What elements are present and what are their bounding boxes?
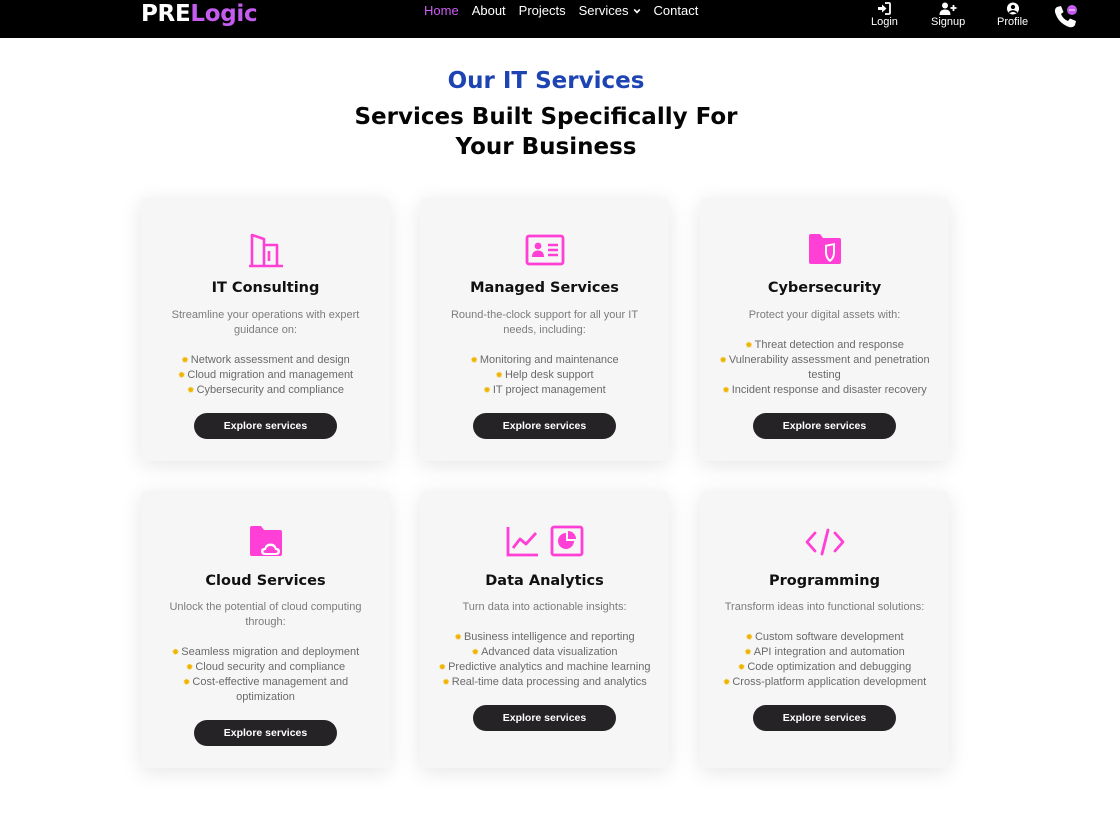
feature-item: Cybersecurity and compliance	[151, 383, 380, 398]
feature-item: Cost-effective management and optimizati…	[151, 675, 380, 705]
card-title: Cloud Services	[205, 573, 326, 589]
chevron-down-icon	[633, 8, 640, 14]
service-card-cybersecurity: Cybersecurity Protect your digital asset…	[700, 198, 949, 461]
service-card-it-consulting: IT Consulting Streamline your operations…	[141, 198, 390, 461]
service-card-data-analytics: Data Analytics Turn data into actionable…	[420, 491, 669, 768]
feature-item: Code optimization and debugging	[710, 660, 939, 675]
card-feature-list: Threat detection and response Vulnerabil…	[710, 338, 939, 398]
explore-services-button[interactable]: Explore services	[473, 705, 616, 731]
feature-item: Cross-platform application development	[710, 675, 939, 690]
feature-item: Network assessment and design	[151, 353, 380, 368]
feature-item: Custom software development	[710, 630, 939, 645]
nav-contact-link[interactable]: Contact	[654, 3, 699, 18]
main-nav: Home About Projects Services Contact	[424, 3, 711, 18]
user-plus-icon	[939, 2, 957, 15]
nav-services-label: Services	[578, 3, 629, 18]
nav-projects-link[interactable]: Projects	[519, 3, 566, 18]
service-card-cloud-services: Cloud Services Unlock the potential of c…	[141, 491, 390, 768]
card-description: Round-the-clock support for all your IT …	[450, 309, 639, 336]
card-title: Data Analytics	[485, 573, 604, 589]
building-icon	[248, 233, 283, 268]
feature-item: Seamless migration and deployment	[151, 645, 380, 660]
brand-logo-part1: PRE	[141, 1, 191, 27]
signup-label: Signup	[931, 16, 966, 28]
card-description: Streamline your operations with expert g…	[171, 309, 360, 336]
login-label: Login	[871, 16, 898, 28]
explore-services-button[interactable]: Explore services	[753, 413, 896, 439]
feature-item: Cloud migration and management	[151, 368, 380, 383]
section-kicker: Our IT Services	[447, 68, 645, 94]
service-card-programming: Programming Transform ideas into functio…	[700, 491, 949, 768]
sign-in-icon	[878, 2, 892, 15]
login-button[interactable]: Login	[871, 2, 898, 28]
phone-chat-icon[interactable]	[1053, 4, 1079, 30]
card-description: Unlock the potential of cloud computing …	[169, 601, 362, 628]
nav-services-link[interactable]: Services	[579, 3, 641, 18]
service-card-managed-services: Managed Services Round-the-clock support…	[420, 198, 669, 461]
card-description: Transform ideas into functional solution…	[724, 601, 925, 613]
explore-services-button[interactable]: Explore services	[194, 720, 337, 746]
card-title: IT Consulting	[211, 280, 320, 296]
profile-button[interactable]: Profile	[997, 2, 1028, 28]
cloud-folder-icon	[249, 526, 282, 556]
top-navbar: PRELogic Home About Projects Services Co…	[0, 0, 1120, 38]
feature-item: Advanced data visualization	[430, 645, 659, 660]
brand-logo[interactable]: PRELogic	[141, 1, 258, 27]
feature-item: Incident response and disaster recovery	[710, 383, 939, 398]
profile-label: Profile	[997, 16, 1029, 28]
explore-services-button[interactable]: Explore services	[473, 413, 616, 439]
card-feature-list: Network assessment and design Cloud migr…	[151, 353, 380, 398]
nav-about-link[interactable]: About	[472, 3, 506, 18]
brand-logo-part2: Logic	[190, 1, 258, 27]
shield-folder-icon	[808, 234, 841, 264]
feature-item: Predictive analytics and machine learnin…	[430, 660, 659, 675]
card-feature-list: Monitoring and maintenance Help desk sup…	[430, 353, 659, 398]
feature-item: Real-time data processing and analytics	[430, 675, 659, 690]
nav-home-link[interactable]: Home	[424, 3, 459, 18]
feature-item: Threat detection and response	[710, 338, 939, 353]
feature-item: Cloud security and compliance	[151, 660, 380, 675]
explore-services-button[interactable]: Explore services	[753, 705, 896, 731]
card-feature-list: Seamless migration and deployment Cloud …	[151, 645, 380, 705]
card-feature-list: Business intelligence and reporting Adva…	[430, 630, 659, 690]
card-description: Turn data into actionable insights:	[462, 601, 627, 613]
card-title: Programming	[769, 573, 880, 589]
signup-button[interactable]: Signup	[931, 2, 965, 28]
id-card-icon	[525, 234, 564, 266]
feature-item: API integration and automation	[710, 645, 939, 660]
line-chart-icon	[506, 527, 538, 557]
card-title: Managed Services	[470, 280, 619, 296]
user-circle-icon	[1006, 2, 1019, 15]
card-description: Protect your digital assets with:	[748, 309, 901, 321]
explore-services-button[interactable]: Explore services	[194, 413, 337, 439]
feature-item: Business intelligence and reporting	[430, 630, 659, 645]
section-title-line2: Your Business	[455, 134, 637, 160]
section-title: Services Built Specifically For Your Bus…	[0, 102, 1092, 162]
pie-chart-icon	[550, 525, 583, 557]
section-title-line1: Services Built Specifically For	[354, 104, 738, 130]
card-title: Cybersecurity	[767, 280, 882, 296]
feature-item: Help desk support	[430, 368, 659, 383]
feature-item: Vulnerability assessment and penetration…	[710, 353, 939, 383]
code-icon	[805, 528, 844, 556]
feature-item: Monitoring and maintenance	[430, 353, 659, 368]
card-feature-list: Custom software development API integrat…	[710, 630, 939, 690]
feature-item: IT project management	[430, 383, 659, 398]
